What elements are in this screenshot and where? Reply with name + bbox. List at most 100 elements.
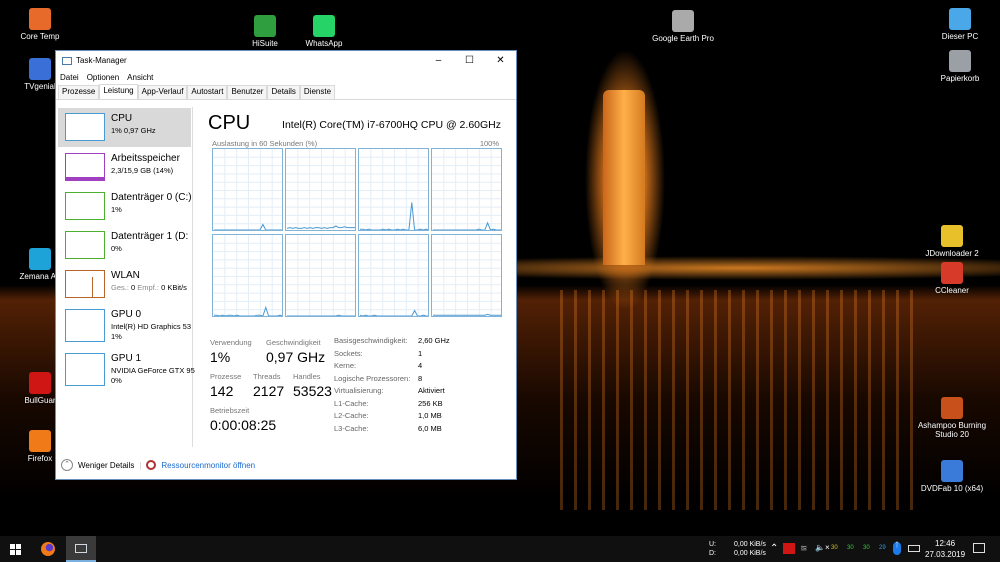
menu-optionen[interactable]: Optionen <box>87 73 119 82</box>
title-bar[interactable]: Task-Manager – ☐ ✕ <box>56 51 516 70</box>
core-temp-tray[interactable]: 29 <box>879 545 886 551</box>
sidebar-item-gpu-1[interactable]: GPU 1 NVIDIA GeForce GTX 95 0% <box>58 348 195 390</box>
wallpaper-reflection <box>560 290 920 510</box>
spec-value: 1,0 MB <box>418 411 442 420</box>
spec-value: 2,60 GHz <box>418 336 450 345</box>
minimize-button[interactable]: – <box>423 55 454 66</box>
maximize-button[interactable]: ☐ <box>454 55 485 66</box>
download-label: D: <box>709 550 716 557</box>
core-temp-tray[interactable]: 30 <box>831 545 838 551</box>
window-title: Task-Manager <box>76 56 127 65</box>
chevron-up-icon[interactable]: ⌃ <box>61 459 73 471</box>
sidebar-item-gpu-0[interactable]: GPU 0 Intel(R) HD Graphics 53 1% <box>58 304 191 346</box>
core-graph-3 <box>431 148 502 231</box>
spec-label: Sockets: <box>334 348 363 358</box>
tab-benutzer[interactable]: Benutzer <box>227 85 268 99</box>
windows-start-icon[interactable] <box>10 544 21 555</box>
desktop-icon-jdownloader-2[interactable]: JDownloader 2 <box>912 225 992 258</box>
desktop-icon-ashampoo-burning-studio-20[interactable]: Ashampoo Burning Studio 20 <box>912 397 992 439</box>
page-title: CPU <box>208 112 251 134</box>
bullguard-tray-icon[interactable] <box>783 543 795 554</box>
processes-label: Prozesse <box>210 372 242 381</box>
battery-icon[interactable] <box>908 545 920 552</box>
spec-value: 256 KB <box>418 398 443 408</box>
icon-label: Dieser PC <box>941 32 979 41</box>
taskbar: U: D: 0,00 KiB/s 0,00 KiB/s ⌃ ≊ 🔈× 30 30 3… <box>0 536 1000 562</box>
close-button[interactable]: ✕ <box>485 55 516 66</box>
memory-thumbnail <box>65 153 105 181</box>
fewer-details-link[interactable]: Weniger Details <box>78 461 134 470</box>
sidebar-item-disk-0[interactable]: Datenträger 0 (C:) 1% <box>58 187 192 226</box>
item-sub: 1% 0,97 GHz <box>111 126 156 135</box>
spec-value: Aktiviert <box>418 386 445 395</box>
spec-label: Kerne: <box>334 361 357 370</box>
item-sub: 2,3/15,9 GB (14%) <box>111 166 174 175</box>
icon-label: WhatsApp <box>305 39 343 48</box>
item-sub: Intel(R) HD Graphics 53 1% <box>111 322 192 341</box>
clock-time[interactable]: 12:46 <box>935 539 955 548</box>
desktop-icon-whatsapp[interactable]: WhatsApp <box>284 15 364 48</box>
spec-label: Basisgeschwindigkeit: <box>334 336 408 345</box>
spec-value: 8 <box>418 373 423 383</box>
app-icon <box>949 50 971 72</box>
menu-datei[interactable]: Datei <box>60 73 79 82</box>
usage-value: 1% <box>210 349 231 365</box>
upload-speed: 0,00 KiB/s <box>734 541 766 548</box>
task-manager-icon <box>75 544 87 553</box>
tab-prozesse[interactable]: Prozesse <box>58 85 100 99</box>
item-sub: NVIDIA GeForce GTX 95 0% <box>111 366 195 385</box>
menu-ansicht[interactable]: Ansicht <box>127 73 153 82</box>
desktop-icon-ccleaner[interactable]: CCleaner <box>912 262 992 295</box>
app-icon <box>949 8 971 30</box>
core-temp-tray[interactable]: 30 <box>847 545 854 551</box>
sidebar-item-memory[interactable]: Arbeitsspeicher 2,3/15,9 GB (14%) <box>58 148 191 187</box>
desktop-icon-core-temp[interactable]: Core Temp <box>0 8 80 41</box>
icon-label: Google Earth Pro <box>652 34 714 43</box>
gpu-thumbnail <box>65 353 105 386</box>
firefox-taskbar-icon[interactable] <box>41 542 55 556</box>
core-temp-tray[interactable]: 30 <box>863 545 870 551</box>
app-icon <box>941 225 963 247</box>
spec-value: 4 <box>418 361 423 370</box>
menu-bar: Datei Optionen Ansicht <box>56 70 516 84</box>
tab-leistung[interactable]: Leistung <box>99 84 138 99</box>
icon-label: Papierkorb <box>940 74 980 83</box>
resource-monitor-link[interactable]: Ressourcenmonitor öffnen <box>161 461 255 470</box>
item-title: Datenträger 0 (C:) <box>111 192 192 203</box>
desktop-icon-dieser-pc[interactable]: Dieser PC <box>920 8 1000 41</box>
tab-details[interactable]: Details <box>267 85 300 99</box>
volume-muted-icon[interactable]: 🔈× <box>815 543 830 552</box>
chevron-up-icon[interactable]: ⌃ <box>770 543 778 554</box>
graph-label: Auslastung in 60 Sekunden (%) <box>212 139 318 148</box>
bluetooth-icon[interactable]: ᛏ <box>893 542 901 555</box>
core-graph-1 <box>285 148 356 231</box>
resource-monitor-icon <box>146 460 157 470</box>
tab-autostart[interactable]: Autostart <box>187 85 228 99</box>
wifi-icon[interactable]: ≊ <box>800 543 808 554</box>
sidebar-item-disk-1[interactable]: Datenträger 1 (D: 0% <box>58 226 191 265</box>
spec-label: L3-Cache: <box>334 423 369 433</box>
task-manager-taskbar-button[interactable] <box>66 536 96 562</box>
desktop-icon-google-earth-pro[interactable]: Google Earth Pro <box>643 10 723 43</box>
desktop-icon-dvdfab-10-x64-[interactable]: DVDFab 10 (x64) <box>912 460 992 493</box>
task-manager-icon <box>62 56 72 65</box>
sidebar-item-cpu[interactable]: CPU 1% 0,97 GHz <box>58 108 191 147</box>
sidebar-item-wlan[interactable]: WLAN Ges.: 0 Empf.: 0 KBit/s <box>58 265 191 304</box>
item-title: GPU 0 <box>111 309 142 320</box>
clock-date[interactable]: 27.03.2019 <box>925 550 965 559</box>
core-graph-0 <box>212 148 283 231</box>
icon-label: DVDFab 10 (x64) <box>920 484 984 493</box>
uptime-value: 0:00:08:25 <box>210 417 277 433</box>
notifications-icon[interactable] <box>973 543 985 553</box>
desktop-icon-papierkorb[interactable]: Papierkorb <box>920 50 1000 83</box>
resource-sidebar: CPU 1% 0,97 GHz Arbeitsspeicher 2,3/15,9… <box>57 107 195 447</box>
upload-label: U: <box>709 541 716 548</box>
speed-value: 0,97 GHz <box>266 349 326 365</box>
app-icon <box>29 58 51 80</box>
tab-app-verlauf[interactable]: App-Verlauf <box>137 85 188 99</box>
core-graph-4 <box>212 234 283 317</box>
tab-dienste[interactable]: Dienste <box>299 85 336 99</box>
threads-value: 2127 <box>253 383 285 399</box>
processes-value: 142 <box>210 383 234 399</box>
spec-value: 1 <box>418 348 423 358</box>
